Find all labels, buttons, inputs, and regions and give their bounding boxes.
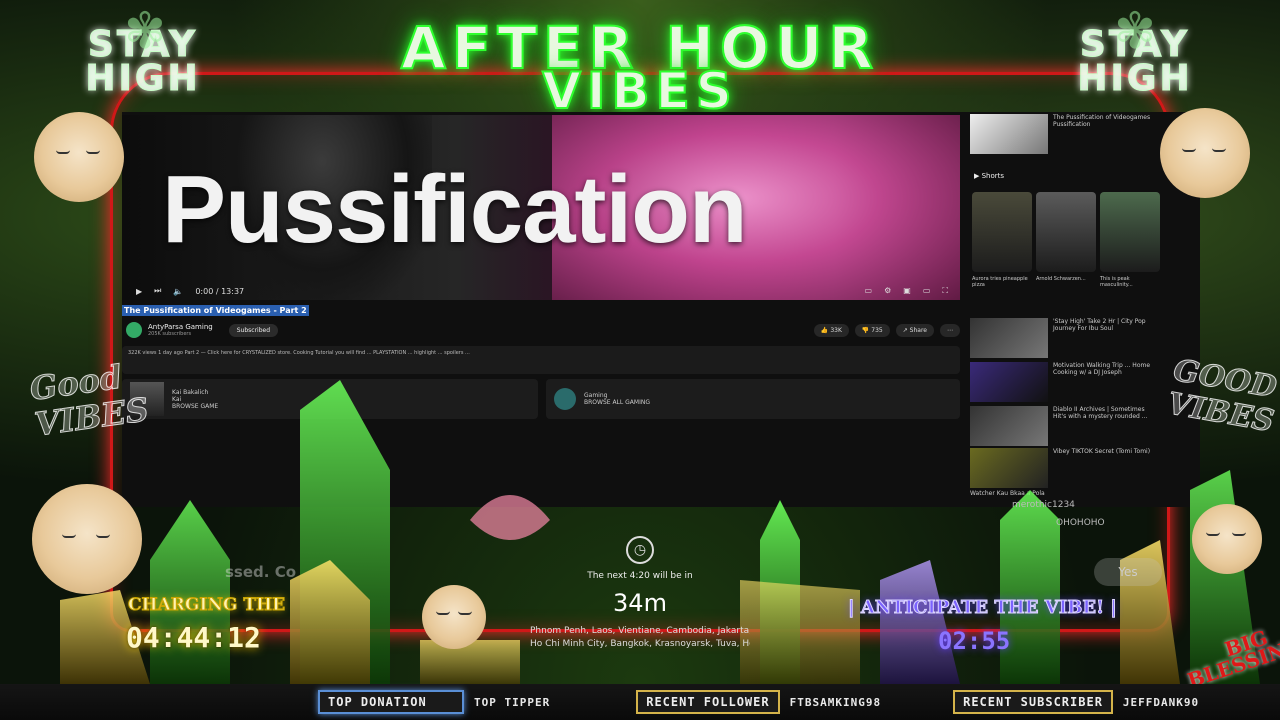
yes-button[interactable]: Yes [1094,558,1162,586]
thumbnail [970,406,1048,446]
list-item[interactable]: The Pussification of Videogames Pussific… [970,114,1155,154]
faded-text: ssed. Co [225,563,297,581]
short-caption: Arnold Schwarzen... [1036,276,1086,282]
card-title: Kai Bakalich [172,388,209,396]
channel-row: AntyParsa Gaming 205K subscribers Subscr… [122,319,960,341]
charging-label: CHARGING THE [127,595,286,616]
player-controls: ▶ ⏭ 🔈 0:00 / 13:37 ▭ ⚙ ▣ ▭ ⛶ [122,283,960,299]
cities-line-1: Phnom Penh, Laos, Vientiane, Cambodia, J… [530,626,750,636]
list-item[interactable]: Watcher Kau Bkaa a Pola [970,490,1155,497]
charging-timer: 04:44:12 [126,621,261,654]
like-button[interactable]: 👍 33K [813,323,849,337]
short-thumbnail[interactable] [1036,192,1096,272]
settings-icon[interactable]: ⚙ [884,286,891,296]
short-thumbnail[interactable] [1100,192,1160,272]
dislike-button[interactable]: 👎 735 [854,323,890,337]
short-thumbnail[interactable] [972,192,1032,272]
top-donation-label: TOP DONATION [318,690,464,714]
fullscreen-icon[interactable]: ⛶ [942,286,948,296]
item-title: Vibey TIKTOK Secret (Tomi Tomi) [1053,448,1151,455]
list-item[interactable]: 'Stay High' Take 2 Hr | City Pop Journey… [970,318,1155,358]
miniplayer-icon[interactable]: ▣ [903,286,911,296]
subscriber-count: 205K subscribers [148,331,192,337]
chat-user: merothic1234 [1012,500,1075,510]
card-title: Gaming [584,392,608,399]
card-action[interactable]: BROWSE ALL GAMING [584,399,650,406]
short-caption: This is peak masculinity... [1100,276,1133,288]
list-item[interactable]: Motivation Walking Trip ... Home Cooking… [970,362,1155,402]
gaming-card[interactable]: Gaming BROWSE ALL GAMING [546,379,960,419]
play-icon[interactable]: ▶ [136,287,142,296]
recent-subscriber-value: JEFFDANK90 [1122,695,1200,709]
cat-sticker [1160,108,1250,198]
subscribe-button[interactable]: Subscribed [228,323,279,337]
game-card[interactable]: Kai Bakalich Kai BROWSE GAME [122,379,538,419]
stream-overlay: AFTER HOUR VIBES STAY HIGH STAY HIGH ✾ ✾… [0,0,1280,720]
youtube-capture: Pussification ▶ ⏭ 🔈 0:00 / 13:37 ▭ ⚙ ▣ ▭… [122,112,1200,507]
more-icon[interactable]: ⋯ [940,323,960,337]
cat-sticker [422,585,486,649]
top-tipper-label: TOP TIPPER [474,695,551,709]
item-title: The Pussification of Videogames [1053,114,1151,121]
item-title: Watcher Kau Bkaa a Pola [970,490,1045,497]
theater-icon[interactable]: ▭ [923,286,931,296]
item-title: Diablo II Archives | Sometimes Hit's wit… [1053,406,1148,420]
recent-subscriber-label: RECENT SUBSCRIBER [953,690,1113,714]
cat-sticker [1192,504,1262,574]
thumbnail [970,448,1048,488]
recent-follower-value: FTBSAMKING98 [789,695,882,709]
item-title: Motivation Walking Trip ... Home Cooking… [1053,362,1151,376]
thumbnail [970,114,1048,154]
anticipate-label: | ANTICIPATE THE VIBE! | [848,597,1118,619]
thumbnail [970,362,1048,402]
dislike-count: 735 [871,326,883,334]
time-display: 0:00 / 13:37 [195,286,245,296]
item-channel: Pussification [1053,121,1091,128]
leaf-icon: ✾ [124,2,166,60]
next-420-text: The next 4:20 will be in [587,571,693,581]
card-sub: Kai [172,395,182,403]
cities-line-2: Ho Chi Minh City, Bangkok, Krasnoyarsk, … [530,639,750,649]
channel-avatar[interactable] [126,322,142,338]
video-big-title: Pussification [162,156,747,263]
clock-icon: ◷ [626,536,654,564]
share-button[interactable]: ↗ Share [895,323,934,337]
leaf-icon: ✾ [1114,2,1156,60]
share-label: Share [909,326,927,334]
video-title[interactable]: The Pussification of Videogames - Part 2 [122,305,309,316]
short-caption: Aurora tries pineapple pizza [972,276,1028,288]
cat-sticker [34,112,124,202]
cities-list: Phnom Penh, Laos, Vientiane, Cambodia, J… [530,625,750,651]
thumbnail [970,318,1048,358]
like-count: 33K [830,326,842,334]
list-item[interactable]: Diablo II Archives | Sometimes Hit's wit… [970,406,1155,446]
anticipate-timer: 02:55 [938,627,1011,655]
recent-follower-label: RECENT FOLLOWER [636,690,780,714]
big-blessings-logo: BIG BLESSINGS [1184,625,1280,693]
volume-icon[interactable]: 🔈 [173,287,183,296]
shorts-label: ▶ Shorts [974,172,1005,180]
alert-ticker: TOP DONATION TOP TIPPER RECENT FOLLOWER … [0,684,1280,720]
channel-name[interactable]: AntyParsa Gaming [148,323,213,331]
item-title: 'Stay High' Take 2 Hr | City Pop Journey… [1053,318,1146,332]
video-description[interactable]: 322K views 1 day ago Part 2 — Click here… [122,346,960,374]
captions-icon[interactable]: ▭ [865,286,873,296]
card-action[interactable]: BROWSE GAME [172,403,218,410]
next-icon[interactable]: ⏭ [154,286,161,296]
video-player[interactable]: Pussification ▶ ⏭ 🔈 0:00 / 13:37 ▭ ⚙ ▣ ▭… [122,115,960,300]
sleeping-cat-sticker [32,484,142,594]
chat-message: OHOHOHO [1056,518,1105,528]
list-item[interactable]: Vibey TIKTOK Secret (Tomi Tomi) [970,448,1155,488]
gaming-icon [554,388,576,410]
countdown-minutes: 34m [613,589,667,617]
